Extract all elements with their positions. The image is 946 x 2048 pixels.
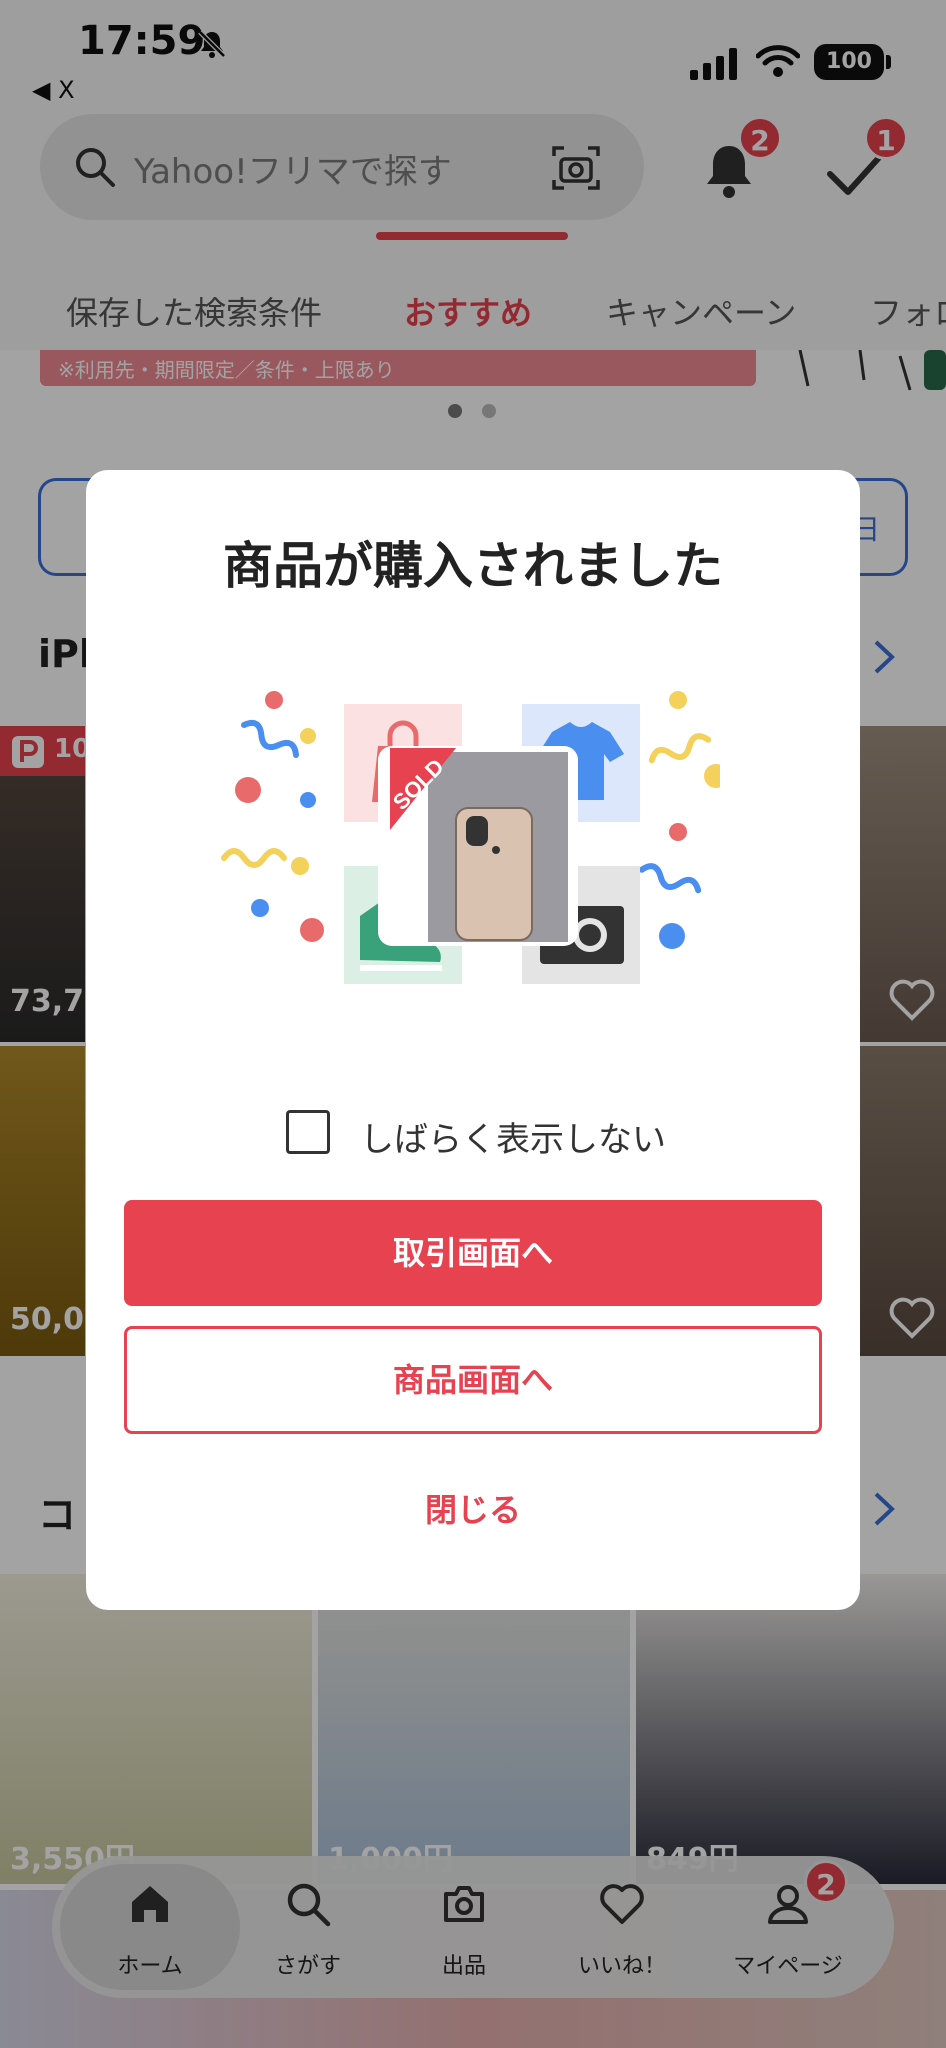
sold-illustration: SOLD <box>221 691 720 984</box>
purchase-complete-dialog: 商品が購入されました SOLD しばらく表示しない 取引画面へ 商品画面へ 閉じ… <box>86 470 860 1610</box>
dialog-title: 商品が購入されました <box>223 537 723 595</box>
go-to-product-button[interactable]: 商品画面へ <box>124 1326 822 1434</box>
do-not-show-label: しばらく表示しない <box>360 1120 666 1160</box>
product-phone-image <box>455 807 533 941</box>
do-not-show-checkbox[interactable] <box>286 1110 330 1154</box>
go-to-transaction-button[interactable]: 取引画面へ <box>124 1200 822 1306</box>
close-button[interactable]: 閉じる <box>86 1480 860 1540</box>
